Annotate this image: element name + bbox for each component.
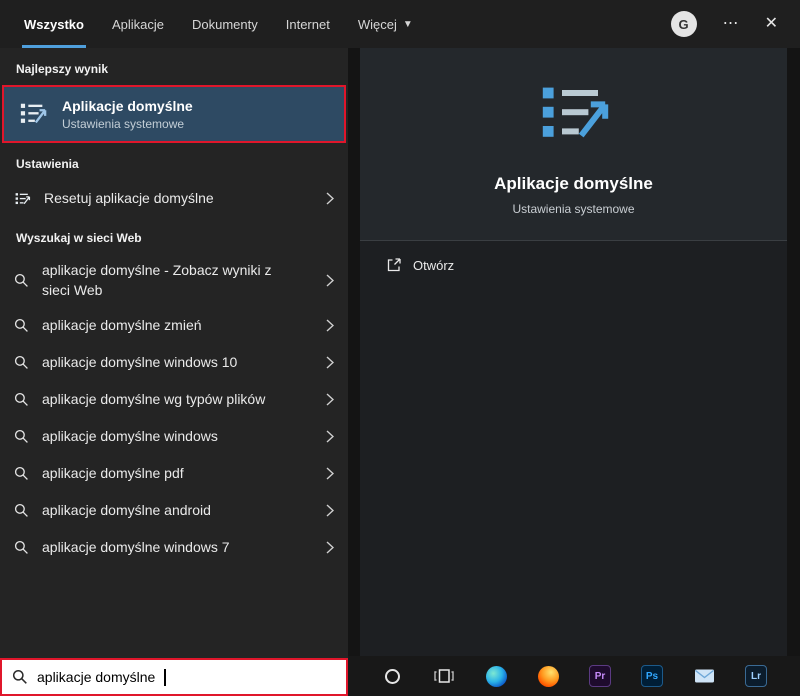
web-suggestion-row[interactable]: aplikacje domyślne android — [0, 492, 348, 529]
chevron-right-icon[interactable] — [326, 274, 334, 287]
text-caret — [164, 668, 166, 686]
preview-subtitle: Ustawienia systemowe — [512, 202, 635, 216]
preview-panel: Aplikacje domyślne Ustawienia systemowe … — [360, 48, 787, 656]
search-icon — [14, 503, 28, 517]
open-action[interactable]: Otwórz — [360, 241, 787, 289]
results-panel: Najlepszy wynik Aplikacje domyślne Ustaw… — [0, 48, 348, 696]
tab-web[interactable]: Internet — [272, 0, 344, 48]
web-suggestion-row[interactable]: aplikacje domyślne - Zobacz wyniki z sie… — [0, 254, 348, 307]
edge-browser-icon[interactable] — [482, 662, 510, 690]
search-icon — [12, 669, 27, 684]
web-suggestion-row[interactable]: aplikacje domyślne windows 10 — [0, 344, 348, 381]
best-match-title: Aplikacje domyślne — [62, 97, 193, 114]
tab-all-label: Wszystko — [24, 16, 84, 32]
chevron-down-icon: ▼ — [402, 18, 413, 30]
suggestion-label: aplikacje domyślne zmień — [42, 316, 202, 333]
search-icon — [14, 540, 28, 554]
search-filter-tabbar: Wszystko Aplikacje Dokumenty Internet Wi… — [0, 0, 800, 48]
suggestion-label: aplikacje domyślne pdf — [42, 464, 184, 481]
search-icon — [14, 355, 28, 369]
search-flyout-window: Wszystko Aplikacje Dokumenty Internet Wi… — [0, 0, 800, 696]
search-icon — [14, 392, 28, 406]
preview-title: Aplikacje domyślne — [494, 174, 653, 193]
tabbar-right-controls: G ⋯ ✕ — [670, 0, 800, 48]
mail-icon[interactable] — [690, 662, 718, 690]
web-suggestion-row[interactable]: aplikacje domyślne pdf — [0, 455, 348, 492]
preview-panel-column: Aplikacje domyślne Ustawienia systemowe … — [348, 48, 800, 696]
tab-web-label: Internet — [285, 16, 330, 32]
search-query-text: aplikacje domyślne — [37, 669, 156, 685]
chevron-right-icon[interactable] — [326, 319, 334, 332]
premiere-pro-icon[interactable]: Pr — [586, 662, 614, 690]
lightroom-badge-label: Lr — [745, 665, 767, 687]
more-options-icon[interactable]: ⋯ — [723, 16, 739, 32]
taskbar: Pr Ps Lr — [348, 656, 800, 696]
search-icon — [14, 429, 28, 443]
suggestion-label: aplikacje domyślne - Zobacz wyniki z sie… — [42, 262, 272, 299]
flyout-body: Najlepszy wynik Aplikacje domyślne Ustaw… — [0, 48, 800, 696]
photoshop-badge-label: Ps — [641, 665, 663, 687]
web-suggestion-row[interactable]: aplikacje domyślne windows — [0, 418, 348, 455]
chevron-right-icon[interactable] — [326, 541, 334, 554]
preview-header: Aplikacje domyślne Ustawienia systemowe — [360, 48, 787, 241]
default-apps-icon — [20, 103, 47, 124]
firefox-browser-icon[interactable] — [534, 662, 562, 690]
open-icon — [387, 258, 401, 272]
close-icon[interactable]: ✕ — [765, 16, 778, 32]
tab-more[interactable]: Więcej ▼ — [344, 0, 427, 48]
tab-apps[interactable]: Aplikacje — [98, 0, 178, 48]
chevron-right-icon[interactable] — [326, 393, 334, 406]
chevron-right-icon[interactable] — [326, 356, 334, 369]
tab-apps-label: Aplikacje — [111, 16, 164, 32]
suggestion-label: aplikacje domyślne wg typów plików — [42, 390, 266, 407]
chevron-right-icon[interactable] — [326, 504, 334, 517]
search-icon — [14, 466, 28, 480]
default-apps-list-icon — [15, 192, 31, 204]
best-match-header: Najlepszy wynik — [16, 62, 109, 76]
chevron-right-icon[interactable] — [326, 192, 334, 205]
web-suggestion-row[interactable]: aplikacje domyślne zmień — [0, 307, 348, 344]
tab-more-label: Więcej — [357, 16, 397, 32]
task-view-icon[interactable] — [430, 662, 458, 690]
photoshop-icon[interactable]: Ps — [638, 662, 666, 690]
settings-section-header: Ustawienia — [16, 157, 79, 171]
tab-documents-label: Dokumenty — [192, 16, 258, 32]
search-input[interactable]: aplikacje domyślne — [0, 658, 348, 696]
web-suggestion-row[interactable]: aplikacje domyślne windows 7 — [0, 529, 348, 566]
open-action-label: Otwórz — [413, 257, 455, 273]
search-icon — [14, 273, 28, 287]
search-icon — [14, 318, 28, 332]
web-search-section-header: Wyszukaj w sieci Web — [16, 231, 142, 245]
best-match-result[interactable]: Aplikacje domyślne Ustawienia systemowe — [2, 85, 346, 143]
tab-documents[interactable]: Dokumenty — [178, 0, 272, 48]
tab-all[interactable]: Wszystko — [10, 0, 98, 48]
suggestion-label: aplikacje domyślne windows — [42, 427, 218, 444]
premiere-badge-label: Pr — [589, 665, 611, 687]
account-avatar[interactable]: G — [670, 11, 697, 37]
web-suggestion-row[interactable]: aplikacje domyślne wg typów plików — [0, 381, 348, 418]
suggestion-label: aplikacje domyślne windows 10 — [42, 353, 238, 370]
chevron-right-icon[interactable] — [326, 430, 334, 443]
result-label: Resetuj aplikacje domyślne — [44, 190, 214, 207]
chevron-right-icon[interactable] — [326, 467, 334, 480]
default-apps-large-icon — [542, 87, 608, 138]
suggestion-label: aplikacje domyślne windows 7 — [42, 538, 230, 555]
cortana-icon[interactable] — [378, 662, 406, 690]
lightroom-icon[interactable]: Lr — [742, 662, 770, 690]
result-reset-default-apps[interactable]: Resetuj aplikacje domyślne — [0, 180, 348, 217]
best-match-subtitle: Ustawienia systemowe — [62, 116, 185, 131]
suggestion-label: aplikacje domyślne android — [42, 501, 211, 518]
best-match-texts: Aplikacje domyślne Ustawienia systemowe — [62, 98, 193, 131]
